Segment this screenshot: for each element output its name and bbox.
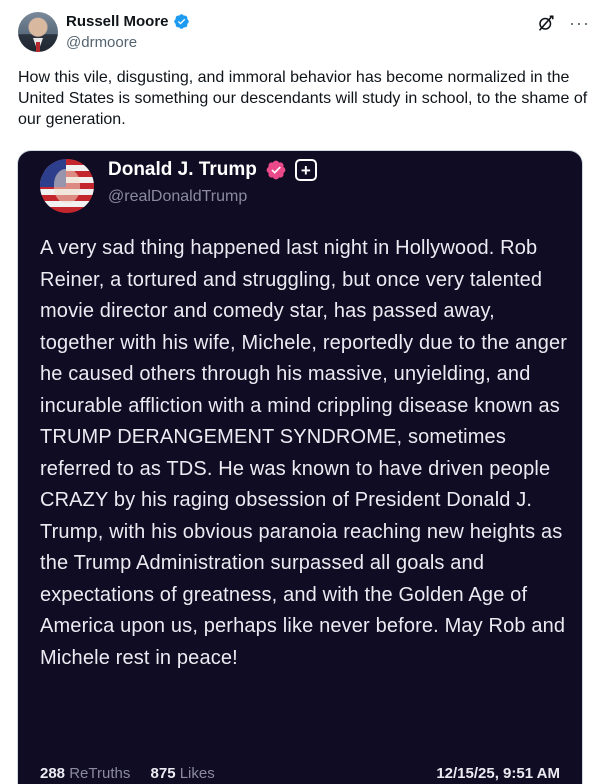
avatar-face	[54, 169, 80, 203]
verified-badge-icon	[266, 160, 286, 180]
embedded-author-name: Donald J. Trump	[108, 159, 257, 180]
likes-count: 875	[150, 765, 176, 782]
plus-icon: +	[294, 159, 317, 181]
embedded-author-handle: @realDonaldTrump	[108, 188, 248, 205]
embedded-post-footer: 288 ReTruths 875 Likes 12/15/25, 9:51 AM	[40, 765, 560, 782]
retruths-stat: 288 ReTruths	[40, 765, 130, 782]
top-actions: ···	[537, 14, 590, 32]
author-avatar[interactable]	[18, 12, 58, 52]
avatar-tie	[36, 42, 40, 52]
more-options-icon[interactable]: ···	[569, 14, 590, 32]
retruths-label: ReTruths	[69, 765, 131, 782]
embedded-post-body: A very sad thing happened last night in …	[40, 237, 568, 669]
embedded-screenshot[interactable]: Donald J. Trump + @realDonaldTrump A ver…	[17, 150, 583, 784]
author-name-row: Russell Moore	[66, 13, 190, 30]
author-handle[interactable]: @drmoore	[66, 34, 137, 51]
retruths-count: 288	[40, 765, 66, 782]
likes-stat: 875 Likes	[151, 765, 215, 782]
tweet-text: How this vile, disgusting, and immoral b…	[18, 69, 588, 128]
tweet-header: Russell Moore @drmoore ···	[18, 12, 590, 56]
verified-badge-icon	[173, 14, 189, 29]
grok-icon[interactable]	[537, 14, 555, 32]
embedded-avatar	[40, 159, 94, 213]
embedded-name-row: Donald J. Trump +	[108, 159, 317, 181]
author-name[interactable]: Russell Moore	[66, 13, 169, 30]
embedded-timestamp: 12/15/25, 9:51 AM	[436, 765, 560, 782]
likes-label: Likes	[179, 765, 215, 782]
